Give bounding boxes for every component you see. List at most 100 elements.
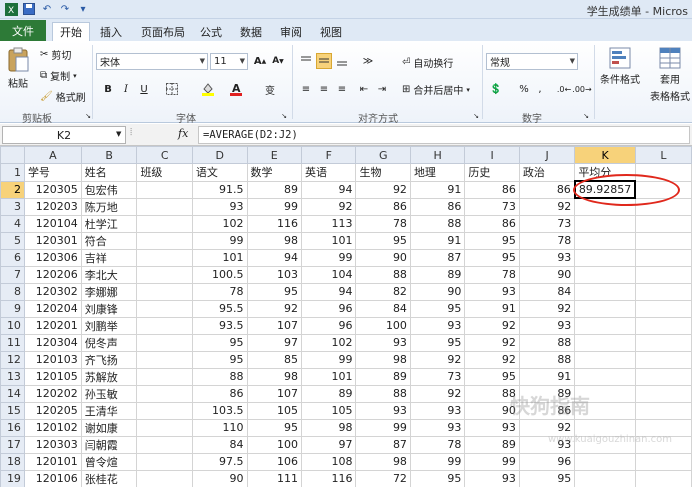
cell-a1[interactable]: 学号 [23,163,82,182]
column-header-a[interactable]: A [23,146,82,164]
redo-icon[interactable]: ↷ [58,2,72,16]
column-header-l[interactable]: L [634,146,692,164]
cell-h13[interactable]: 73 [409,367,466,386]
cell-c2[interactable] [136,180,193,199]
column-header-i[interactable]: I [464,146,520,164]
align-right-icon[interactable]: ≡ [334,81,350,97]
row-header[interactable]: 10 [0,316,25,335]
cell-i19[interactable]: 93 [464,469,520,487]
cell-k8[interactable] [574,282,636,301]
undo-icon[interactable]: ↶ [40,2,54,16]
column-header-b[interactable]: B [80,146,138,164]
cell-g10[interactable]: 100 [355,316,411,335]
cell-b3[interactable]: 陈万地 [80,197,138,216]
row-header[interactable]: 9 [0,299,25,318]
cell-e1[interactable]: 数学 [246,163,303,182]
orientation-icon[interactable]: ≫ [360,53,376,69]
cell-b8[interactable]: 李娜娜 [80,282,138,301]
cell-h9[interactable]: 95 [409,299,466,318]
cell-d15[interactable]: 103.5 [191,401,248,420]
cell-k9[interactable] [574,299,636,318]
cell-d7[interactable]: 100.5 [191,265,248,284]
chevron-down-icon[interactable]: ▼ [116,130,121,138]
cell-d10[interactable]: 93.5 [191,316,248,335]
row-header[interactable]: 7 [0,265,25,284]
cell-j8[interactable]: 84 [518,282,576,301]
cell-a18[interactable]: 120101 [23,452,82,471]
cell-c15[interactable] [136,401,193,420]
cell-k11[interactable] [574,333,636,352]
cell-g8[interactable]: 82 [355,282,411,301]
chevron-down-icon[interactable]: ▾ [466,86,470,94]
cell-f5[interactable]: 101 [300,231,357,250]
column-header-f[interactable]: F [300,146,357,164]
cell-i17[interactable]: 89 [464,435,520,454]
formula-bar-splitter[interactable]: ⦙ [130,127,172,143]
cell-g11[interactable]: 93 [355,333,411,352]
cell-j7[interactable]: 90 [518,265,576,284]
cell-e10[interactable]: 107 [246,316,303,335]
cell-e5[interactable]: 98 [246,231,303,250]
font-launcher-icon[interactable]: ↘ [276,108,292,124]
cell-a15[interactable]: 120205 [23,401,82,420]
align-left-icon[interactable]: ≡ [298,81,314,97]
copy-dropdown-icon[interactable]: ▾ [73,72,77,80]
column-header-e[interactable]: E [246,146,303,164]
cell-c14[interactable] [136,384,193,403]
cell-a4[interactable]: 120104 [23,214,82,233]
cell-e6[interactable]: 94 [246,248,303,267]
row-header[interactable]: 12 [0,350,25,369]
insert-function-icon[interactable]: fx [178,127,188,140]
cell-i8[interactable]: 93 [464,282,520,301]
cell-i18[interactable]: 99 [464,452,520,471]
increase-indent-icon[interactable]: ⇥ [374,81,390,97]
cell-l15[interactable] [634,401,692,420]
cell-k4[interactable] [574,214,636,233]
cell-h10[interactable]: 93 [409,316,466,335]
cell-e15[interactable]: 105 [246,401,303,420]
cell-j11[interactable]: 88 [518,333,576,352]
cell-h12[interactable]: 92 [409,350,466,369]
row-header[interactable]: 19 [0,469,25,487]
cell-g7[interactable]: 88 [355,265,411,284]
cell-g5[interactable]: 95 [355,231,411,250]
cell-e14[interactable]: 107 [246,384,303,403]
cell-b14[interactable]: 孙玉敏 [80,384,138,403]
cell-c5[interactable] [136,231,193,250]
cell-c19[interactable] [136,469,193,487]
row-header[interactable]: 18 [0,452,25,471]
cell-l12[interactable] [634,350,692,369]
cell-c16[interactable] [136,418,193,437]
row-header[interactable]: 11 [0,333,25,352]
cell-c8[interactable] [136,282,193,301]
cell-l9[interactable] [634,299,692,318]
cell-e16[interactable]: 95 [246,418,303,437]
tab-home[interactable]: 开始 [52,22,90,41]
cell-e18[interactable]: 106 [246,452,303,471]
cell-i7[interactable]: 78 [464,265,520,284]
cell-e13[interactable]: 98 [246,367,303,386]
cell-c7[interactable] [136,265,193,284]
number-launcher-icon[interactable]: ↘ [578,108,594,124]
cell-a2[interactable]: 120305 [23,180,82,199]
cell-e8[interactable]: 95 [246,282,303,301]
cell-b13[interactable]: 苏解放 [80,367,138,386]
copy-button[interactable]: ⧉ 复制 ▾ [40,68,77,83]
cell-g19[interactable]: 72 [355,469,411,487]
font-size-select[interactable]: 11 ▼ [210,53,248,70]
cell-h2[interactable]: 91 [409,180,466,199]
merge-center-button[interactable]: ⊞ 合并后居中 ▾ [402,82,470,97]
cell-h19[interactable]: 95 [409,469,466,487]
cell-c9[interactable] [136,299,193,318]
cell-a7[interactable]: 120206 [23,265,82,284]
cell-f14[interactable]: 89 [300,384,357,403]
cell-a13[interactable]: 120105 [23,367,82,386]
cell-d6[interactable]: 101 [191,248,248,267]
font-name-select[interactable]: 宋体 ▼ [96,53,208,70]
cell-b6[interactable]: 吉祥 [80,248,138,267]
cell-f10[interactable]: 96 [300,316,357,335]
cell-f6[interactable]: 99 [300,248,357,267]
cell-i1[interactable]: 历史 [464,163,520,182]
cell-f9[interactable]: 96 [300,299,357,318]
cell-k19[interactable] [574,469,636,487]
